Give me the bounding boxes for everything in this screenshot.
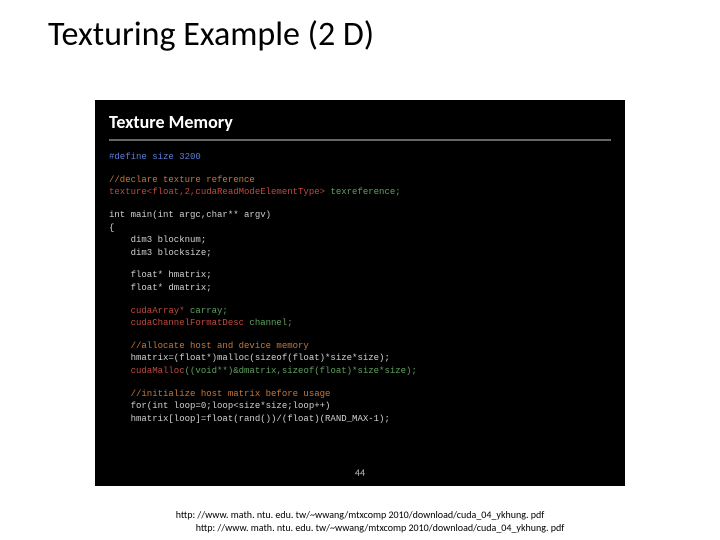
code-line xyxy=(109,199,611,209)
panel-rule xyxy=(109,139,611,141)
code-line xyxy=(109,378,611,388)
code-line xyxy=(109,259,611,269)
code-line: dim3 blocknum; xyxy=(109,234,611,247)
code-line: int main(int argc,char** argv) xyxy=(109,209,611,222)
code-panel: Texture Memory #define size 3200 //declar… xyxy=(95,100,625,486)
code-line: #define size 3200 xyxy=(109,151,611,164)
code-line: float* hmatrix; xyxy=(109,269,611,282)
code-line xyxy=(109,295,611,305)
code-line: cudaArray* carray; xyxy=(109,305,611,318)
footer-line-2: http: //www. math. ntu. edu. tw/~wwang/m… xyxy=(0,522,720,535)
code-line: float* dmatrix; xyxy=(109,282,611,295)
code-line: texture<float,2,cudaReadModeElementType>… xyxy=(109,186,611,199)
code-line: dim3 blocksize; xyxy=(109,247,611,260)
code-line: //initialize host matrix before usage xyxy=(109,388,611,401)
code-line xyxy=(109,164,611,174)
code-line: cudaMalloc((void**)&dmatrix,sizeof(float… xyxy=(109,365,611,378)
footer-line-1: http: //www. math. ntu. edu. tw/~wwang/m… xyxy=(0,509,720,522)
footer: http: //www. math. ntu. edu. tw/~wwang/m… xyxy=(0,509,720,534)
code-line xyxy=(109,330,611,340)
slide-title: Texturing Example (2 D) xyxy=(0,0,720,55)
page-number: 44 xyxy=(95,466,625,480)
code-line: cudaChannelFormatDesc channel; xyxy=(109,317,611,330)
code-line: //declare texture reference xyxy=(109,174,611,187)
code-line: for(int loop=0;loop<size*size;loop++) xyxy=(109,400,611,413)
code-line: hmatrix[loop]=float(rand())/(float)(RAND… xyxy=(109,413,611,426)
code-line: hmatrix=(float*)malloc(sizeof(float)*siz… xyxy=(109,352,611,365)
code-line: //allocate host and device memory xyxy=(109,340,611,353)
code-block: #define size 3200 //declare texture refer… xyxy=(109,151,611,425)
code-line: { xyxy=(109,222,611,235)
slide: Texturing Example (2 D) Texture Memory #… xyxy=(0,0,720,540)
panel-heading: Texture Memory xyxy=(109,110,611,135)
